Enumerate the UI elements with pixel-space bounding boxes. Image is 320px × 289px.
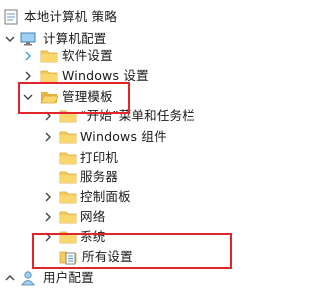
folder-icon xyxy=(59,231,77,244)
folder-icon xyxy=(59,171,77,184)
folder-icon xyxy=(40,50,58,63)
tree-node-control-panel[interactable]: 控制面板 xyxy=(0,186,320,208)
tree-node-root-label: 本地计算机 策略 xyxy=(24,9,118,24)
policy-icon xyxy=(4,9,18,25)
chevron-down-icon[interactable] xyxy=(4,32,16,46)
tree-node-user-config[interactable]: 用户配置 xyxy=(0,267,320,289)
tree-node-servers[interactable]: 服务器 xyxy=(0,166,320,188)
tree-node-windows-settings-label: Windows 设置 xyxy=(62,68,149,83)
tree-node-system[interactable]: 系统 xyxy=(0,226,320,248)
tree-node-network[interactable]: 网络 xyxy=(0,206,320,228)
tree-node-network-label: 网络 xyxy=(80,209,106,224)
chevron-right-icon[interactable] xyxy=(4,271,16,285)
folder-icon xyxy=(59,131,77,144)
chevron-right-icon[interactable] xyxy=(22,69,34,83)
chevron-right-icon[interactable] xyxy=(42,190,54,204)
tree-node-root[interactable]: 本地计算机 策略 xyxy=(0,6,320,28)
folder-icon xyxy=(59,211,77,224)
chevron-right-icon[interactable] xyxy=(42,109,54,123)
settings-page-icon xyxy=(59,251,77,265)
folder-icon xyxy=(59,110,77,123)
tree-node-printers-label: 打印机 xyxy=(80,150,119,165)
tree-node-software-settings[interactable]: 软件设置 xyxy=(0,45,320,67)
folder-icon xyxy=(59,191,77,204)
tree-node-admin-templates-label: 管理模板 xyxy=(62,89,113,104)
chevron-right-icon[interactable] xyxy=(22,49,34,63)
tree-node-all-settings[interactable]: 所有设置 xyxy=(0,246,320,268)
folder-icon xyxy=(40,70,58,83)
tree-node-software-settings-label: 软件设置 xyxy=(62,48,113,63)
tree-node-start-menu[interactable]: “开始”菜单和任务栏 xyxy=(0,105,320,127)
chevron-right-icon[interactable] xyxy=(42,230,54,244)
chevron-right-icon[interactable] xyxy=(42,210,54,224)
tree-node-servers-label: 服务器 xyxy=(80,169,119,184)
folder-icon xyxy=(59,152,77,165)
policy-tree: 本地计算机 策略 计算机配置 软件设置 Windows 设置 管理模板 “开始”… xyxy=(0,0,320,286)
tree-node-system-label: 系统 xyxy=(80,229,106,244)
tree-node-control-panel-label: 控制面板 xyxy=(80,189,131,204)
chevron-down-icon[interactable] xyxy=(22,90,34,104)
chevron-right-icon[interactable] xyxy=(42,130,54,144)
folder-open-icon xyxy=(40,92,58,104)
tree-node-windows-components-label: Windows 组件 xyxy=(80,129,167,144)
tree-node-windows-settings[interactable]: Windows 设置 xyxy=(0,65,320,87)
tree-node-user-config-label: 用户配置 xyxy=(43,270,94,285)
user-icon xyxy=(21,271,35,286)
tree-node-start-menu-label: “开始”菜单和任务栏 xyxy=(80,108,195,123)
tree-node-all-settings-label: 所有设置 xyxy=(82,249,133,264)
tree-node-windows-components[interactable]: Windows 组件 xyxy=(0,126,320,148)
